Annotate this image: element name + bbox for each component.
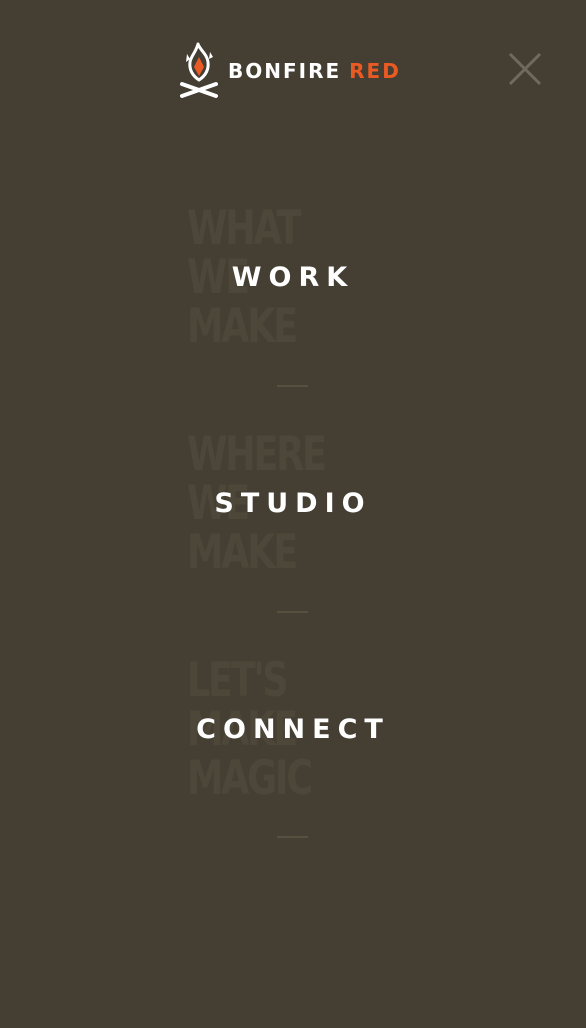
logo-wordmark: BONFIRE RED: [228, 61, 401, 81]
ghost-line: WHERE: [187, 427, 327, 482]
home-logo-link[interactable]: BONFIRE RED: [179, 40, 401, 102]
ghost-line: MAGIC: [187, 751, 313, 806]
nav-item-work-label: WORK: [231, 262, 355, 293]
nav-item-connect[interactable]: LET'S MAKE MAGIC CONNECT: [0, 656, 586, 816]
nav-divider: [277, 836, 308, 838]
nav-divider: [277, 385, 308, 387]
ghost-line: LET'S: [187, 653, 289, 708]
ghost-line: MAKE: [187, 525, 298, 580]
close-icon: [508, 52, 542, 86]
nav-item-studio-label: STUDIO: [214, 488, 372, 519]
close-menu-button[interactable]: [506, 50, 544, 88]
ghost-line: MAKE: [187, 299, 298, 354]
bonfire-logo-icon: [180, 42, 218, 98]
nav-divider: [277, 611, 308, 613]
nav-item-studio[interactable]: WHERE WE MAKE STUDIO: [0, 430, 586, 590]
logo-text-accent: RED: [349, 59, 401, 83]
ghost-line: WHAT: [187, 201, 302, 256]
nav-overlay: BONFIRE RED WHAT WE MAKE WORK WHERE WE MA…: [0, 0, 586, 1028]
nav-item-work[interactable]: WHAT WE MAKE WORK: [0, 204, 586, 364]
logo-text-primary: BONFIRE: [228, 59, 342, 83]
nav-item-connect-label: CONNECT: [196, 714, 390, 745]
